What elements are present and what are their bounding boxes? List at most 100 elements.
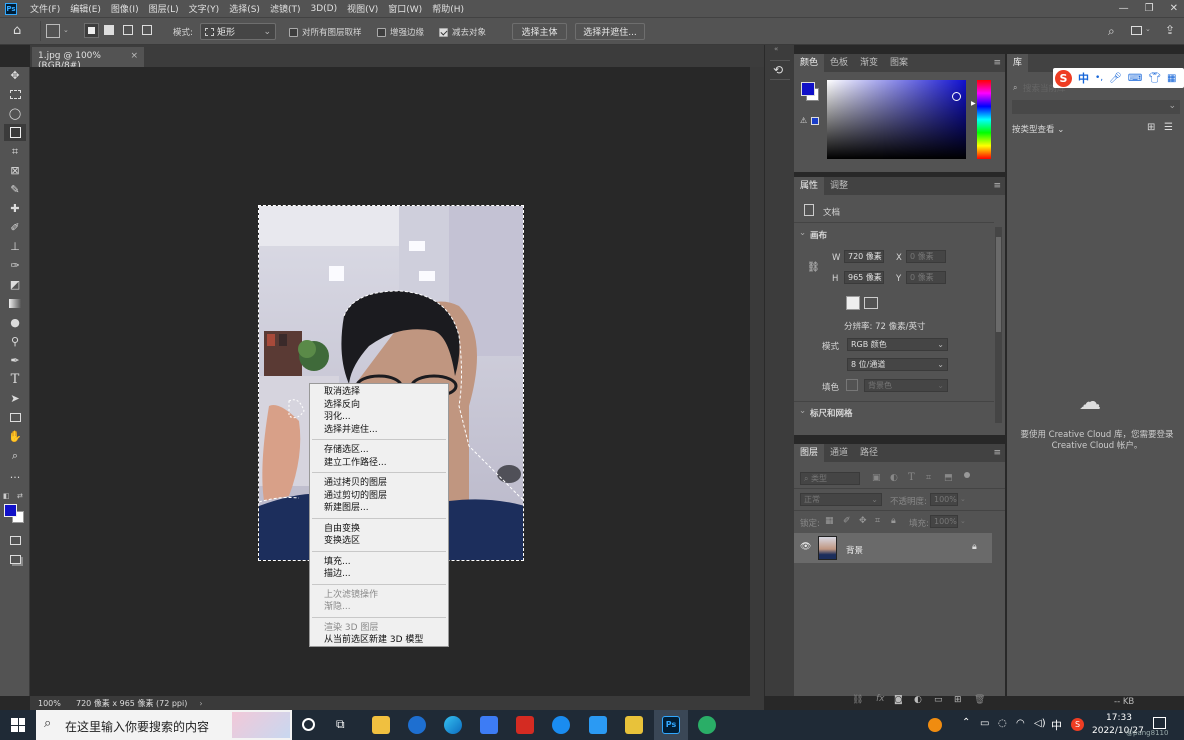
- fx-icon[interactable]: fx: [876, 694, 885, 704]
- menu-item-layer-via-copy[interactable]: 通过拷贝的图层: [310, 477, 448, 490]
- rectangle-tool-icon[interactable]: [4, 409, 26, 426]
- menu-window[interactable]: 窗口(W): [383, 2, 427, 15]
- sogou-tray-icon[interactable]: S: [1071, 718, 1084, 731]
- menu-help[interactable]: 帮助(H): [427, 2, 469, 15]
- clone-stamp-tool-icon[interactable]: ⊥: [4, 238, 26, 255]
- workspace-icon[interactable]: [1131, 26, 1142, 35]
- keyboard-icon[interactable]: ⌨: [1128, 73, 1142, 84]
- feishu-icon[interactable]: [552, 716, 570, 734]
- eyedropper-tool-icon[interactable]: ✎: [4, 181, 26, 198]
- tab-library[interactable]: 库: [1007, 54, 1029, 72]
- adjustment-filter-icon[interactable]: ◐: [890, 473, 898, 483]
- rulers-grids-section-title[interactable]: 标尺和网格: [810, 407, 853, 419]
- document-tab[interactable]: 1.jpg @ 100%(RGB/8#) ×: [32, 47, 144, 71]
- skin-icon[interactable]: 👕︎: [1148, 73, 1161, 84]
- tray-chevron-up-icon[interactable]: ⌃: [962, 717, 970, 728]
- lock-transparent-icon[interactable]: ▦: [825, 516, 834, 526]
- canvas-section-title[interactable]: 画布: [810, 229, 827, 241]
- visibility-eye-icon[interactable]: 👁︎: [800, 542, 811, 552]
- lock-pixels-icon[interactable]: ✐: [843, 516, 851, 526]
- opacity-field[interactable]: 100%: [930, 493, 958, 506]
- canvas-scrollbar[interactable]: [750, 67, 764, 696]
- notes-app-icon[interactable]: [480, 716, 498, 734]
- foreground-color-swatch[interactable]: [4, 504, 17, 517]
- width-field[interactable]: 720 像素: [844, 250, 884, 263]
- add-mask-icon[interactable]: ◙: [894, 695, 903, 705]
- zoom-level[interactable]: 100%: [38, 699, 76, 708]
- lock-artboard-icon[interactable]: ⌗: [875, 516, 880, 526]
- link-layers-icon[interactable]: ⛓: [852, 695, 863, 705]
- healing-brush-tool-icon[interactable]: ✚: [4, 200, 26, 217]
- view-by-type-dropdown[interactable]: 按类型查看 ⌄: [1012, 123, 1064, 135]
- chevron-down-icon[interactable]: ⌄: [799, 406, 806, 416]
- wechat-icon[interactable]: [698, 716, 716, 734]
- restore-icon[interactable]: ❐: [1145, 0, 1154, 17]
- list-view-icon[interactable]: ☰: [1164, 122, 1173, 133]
- tab-paths[interactable]: 路径: [854, 444, 884, 462]
- taskbar-search-input[interactable]: 在这里输入你要搜索的内容: [65, 718, 209, 735]
- pixel-filter-icon[interactable]: ▣: [872, 473, 881, 483]
- hue-slider-handle[interactable]: ▶: [971, 100, 976, 107]
- properties-scrollbar[interactable]: [995, 227, 1002, 423]
- wps-app-icon[interactable]: [408, 716, 426, 734]
- chevron-down-icon[interactable]: ⌄: [960, 495, 966, 503]
- select-subject-button[interactable]: 选择主体: [512, 23, 567, 40]
- lock-position-icon[interactable]: ✥: [859, 516, 867, 526]
- wifi-icon[interactable]: ◠: [1016, 718, 1025, 729]
- menu-item-save-selection[interactable]: 存储选区...: [310, 444, 448, 457]
- windows-start-icon[interactable]: [11, 718, 25, 732]
- taskbar-search-box[interactable]: ⌕ 在这里输入你要搜索的内容: [36, 710, 292, 740]
- new-layer-icon[interactable]: ⊞: [954, 695, 962, 705]
- crop-tool-icon[interactable]: ⌗: [4, 143, 26, 160]
- menu-item-feather[interactable]: 羽化...: [310, 411, 448, 424]
- menu-file[interactable]: 文件(F): [25, 2, 65, 15]
- sample-all-layers-checkbox[interactable]: 对所有图层取样: [289, 26, 362, 38]
- gradient-tool-icon[interactable]: [4, 295, 26, 312]
- menu-item-new-3d-model[interactable]: 从当前选区新建 3D 模型: [310, 634, 448, 647]
- path-selection-tool-icon[interactable]: ➤: [4, 390, 26, 407]
- menu-item-free-transform[interactable]: 自由变换: [310, 523, 448, 536]
- edge-browser-icon[interactable]: [444, 716, 462, 734]
- tab-properties[interactable]: 属性: [794, 177, 825, 195]
- menu-item-stroke[interactable]: 描边...: [310, 568, 448, 581]
- landscape-orientation-icon[interactable]: [864, 297, 878, 309]
- delete-layer-icon[interactable]: 🗑︎: [974, 695, 985, 705]
- close-tab-icon[interactable]: ×: [130, 51, 138, 61]
- minimize-icon[interactable]: —: [1119, 0, 1129, 17]
- hand-tool-icon[interactable]: ✋: [4, 428, 26, 445]
- image-viewer-icon[interactable]: [625, 716, 643, 734]
- color-field[interactable]: [827, 80, 966, 159]
- toolbox-icon[interactable]: ▦: [1167, 73, 1176, 84]
- clock-time[interactable]: 17:33: [1106, 713, 1132, 723]
- tab-color[interactable]: 颜色: [794, 54, 825, 72]
- input-method-indicator[interactable]: 中: [1051, 717, 1062, 733]
- hue-slider[interactable]: [977, 80, 991, 159]
- fill-field[interactable]: 100%: [930, 515, 958, 528]
- bit-depth-select[interactable]: 8 位/通道 ⌄: [847, 358, 948, 371]
- new-group-icon[interactable]: ▭: [934, 695, 943, 705]
- zoom-tool-icon[interactable]: ⌕: [4, 447, 26, 464]
- frame-tool-icon[interactable]: ⊠: [4, 162, 26, 179]
- tab-layers[interactable]: 图层: [794, 444, 825, 462]
- tray-app-icon[interactable]: [928, 718, 942, 732]
- tab-swatches[interactable]: 色板: [824, 54, 854, 72]
- enhance-edge-checkbox[interactable]: 增强边缘: [377, 26, 424, 38]
- color-mode-select[interactable]: RGB 颜色 ⌄: [847, 338, 948, 351]
- notification-icon[interactable]: [1153, 717, 1166, 729]
- blur-tool-icon[interactable]: ●: [4, 314, 26, 331]
- search-icon[interactable]: ⌕: [1013, 83, 1017, 93]
- dodge-tool-icon[interactable]: ⚲: [4, 333, 26, 350]
- microphone-icon[interactable]: 🎤︎: [1109, 73, 1122, 84]
- baidu-netdisk-icon[interactable]: [589, 716, 607, 734]
- history-brush-tool-icon[interactable]: ✑: [4, 257, 26, 274]
- wps-office-icon[interactable]: [516, 716, 534, 734]
- layer-name[interactable]: 背景: [846, 544, 863, 556]
- tray-display-icon[interactable]: ▭: [980, 718, 989, 729]
- layer-lock-icon[interactable]: 🔒︎: [972, 542, 977, 552]
- photoshop-taskbar-icon[interactable]: Ps: [662, 716, 680, 734]
- height-field[interactable]: 965 像素: [844, 271, 884, 284]
- file-explorer-icon[interactable]: [372, 716, 390, 734]
- mode-select[interactable]: 矩形 ⌄: [200, 23, 276, 40]
- chevron-down-icon[interactable]: ⌄: [960, 517, 966, 525]
- tab-patterns[interactable]: 图案: [884, 54, 914, 72]
